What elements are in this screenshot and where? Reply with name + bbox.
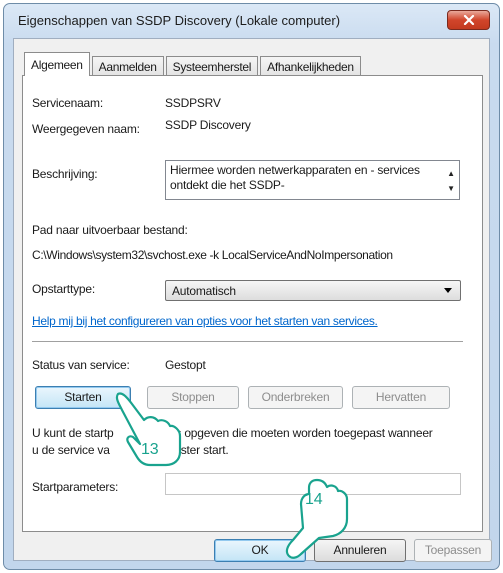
pause-button[interactable]: Onderbreken [248,386,343,409]
params-hint-line1-end: ters opgeven die moeten worden toegepast… [162,426,433,440]
dialog-body: Algemeen Aanmelden Systeemherstel Afhank… [13,38,492,562]
start-params-label: Startparameters: [32,480,119,494]
callout-13-number: 13 [141,441,159,458]
scroll-down-arrow-icon[interactable]: ▼ [447,184,455,193]
startup-type-value: Automatisch [172,284,236,298]
service-status-label: Status van service: [32,358,130,372]
chevron-down-icon [444,288,452,293]
startup-type-label: Opstarttype: [32,282,95,296]
properties-dialog: Eigenschappen van SSDP Discovery (Lokale… [3,3,500,570]
description-label: Beschrijving: [32,167,98,181]
tab-dependencies[interactable]: Afhankelijkheden [260,56,361,76]
path-value: C:\Windows\system32\svchost.exe -k Local… [32,248,393,262]
tab-strip: Algemeen Aanmelden Systeemherstel Afhank… [24,52,363,76]
path-label: Pad naar uitvoerbaar bestand: [32,223,188,237]
general-panel: Servicenaam: SSDPSRV Weergegeven naam: S… [22,75,483,532]
help-link[interactable]: Help mij bij het configureren van opties… [32,314,378,328]
close-icon [463,15,474,25]
title-bar: Eigenschappen van SSDP Discovery (Lokale… [4,4,499,38]
scroll-up-arrow-icon[interactable]: ▲ [447,169,455,178]
display-name-label: Weergegeven naam: [32,122,140,136]
resume-button[interactable]: Hervatten [352,386,450,409]
startup-type-select[interactable]: Automatisch [165,280,461,301]
params-hint-line1-start: U kunt de startp [32,426,114,440]
window-title: Eigenschappen van SSDP Discovery (Lokale… [18,13,341,28]
service-name-label: Servicenaam: [32,96,103,110]
tab-logon[interactable]: Aanmelden [91,56,164,76]
pointing-hand-icon [285,478,349,559]
description-value: Hiermee worden netwerkapparaten en - ser… [170,163,420,192]
service-name-value: SSDPSRV [165,96,221,110]
description-field[interactable]: Hiermee worden netwerkapparaten en - ser… [165,160,460,200]
display-name-value: SSDP Discovery [165,118,251,132]
tab-recovery[interactable]: Systeemherstel [165,56,259,76]
close-button[interactable] [447,10,490,30]
tab-general[interactable]: Algemeen [24,52,90,76]
callout-14-number: 14 [305,491,323,508]
service-status-value: Gestopt [165,358,206,372]
divider [32,341,463,343]
params-hint-line2-start: u de service va [32,443,110,457]
apply-button[interactable]: Toepassen [414,539,492,562]
